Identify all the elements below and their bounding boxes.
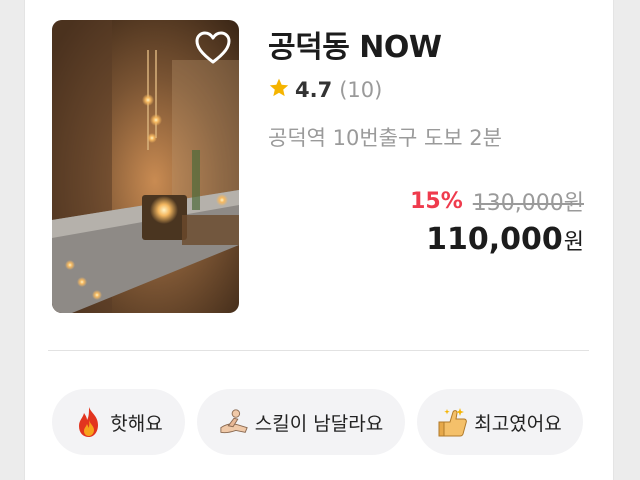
fire-icon [74, 405, 104, 439]
favorite-heart-icon[interactable] [193, 28, 233, 68]
sale-price: 110,000 원 [426, 222, 584, 257]
shop-thumbnail[interactable] [52, 20, 239, 313]
tag-best[interactable]: 최고였어요 [417, 389, 583, 455]
rating-score: 4.7 [295, 78, 333, 102]
discount-rate: 15% [410, 188, 463, 214]
sale-price-amount: 110,000 [426, 222, 563, 257]
divider [48, 350, 589, 351]
tag-best-label: 최고였어요 [474, 412, 562, 435]
massage-hands-icon [219, 405, 249, 439]
sale-price-unit: 원 [563, 230, 584, 255]
shop-name[interactable]: 공덕동 NOW [268, 22, 442, 66]
thumbs-up-icon [438, 405, 468, 439]
tag-hot-label: 핫해요 [110, 412, 163, 435]
rating: 4.7 (10) [268, 76, 382, 104]
tag-hot[interactable]: 핫해요 [52, 389, 185, 455]
tag-skill-label: 스킬이 남달라요 [254, 412, 384, 435]
location-text: 공덕역 10번출구 도보 2분 [268, 126, 502, 150]
original-price: 130,000원 [472, 191, 584, 216]
review-count[interactable]: (10) [339, 78, 382, 102]
star-icon [268, 77, 290, 103]
price-discount-row: 15% 130,000원 [410, 185, 584, 217]
tag-skill[interactable]: 스킬이 남달라요 [197, 389, 405, 455]
